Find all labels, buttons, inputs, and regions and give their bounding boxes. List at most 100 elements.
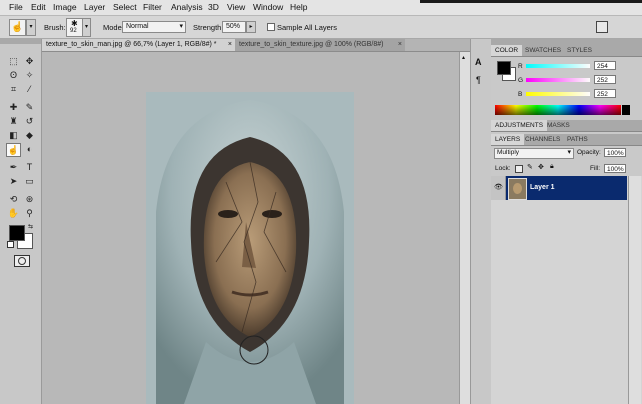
type-icon[interactable]: T — [23, 161, 36, 173]
options-bar: ☝ ▾ Brush: ✱ 92 ▾ Mode: Normal ▾ Strengt… — [0, 16, 642, 39]
bucket-icon[interactable]: ◆ — [23, 129, 36, 141]
smudge-icon[interactable]: ☝ — [6, 143, 21, 157]
fill-value[interactable]: 100% — [604, 164, 626, 173]
swap-colors-icon[interactable]: ⇆ — [28, 223, 33, 230]
3d-orbit-icon[interactable]: ⊛ — [23, 193, 36, 205]
history-brush-icon[interactable]: ↺ — [23, 115, 36, 127]
default-colors-icon[interactable] — [7, 241, 14, 248]
close-icon[interactable]: × — [398, 39, 402, 51]
pen-icon[interactable]: ✒ — [7, 161, 20, 173]
tool-preset-picker[interactable]: ☝ — [9, 19, 26, 36]
lock-transparency-icon[interactable] — [515, 165, 523, 173]
menu-layer[interactable]: Layer — [84, 2, 105, 12]
layer-thumbnail — [508, 178, 527, 200]
menu-image[interactable]: Image — [53, 2, 77, 12]
title-strip — [420, 0, 642, 3]
blend-mode-value: Multiply — [497, 149, 520, 156]
menu-window[interactable]: Window — [253, 2, 283, 12]
color-panel-tabs: COLOR SWATCHES STYLES — [491, 45, 642, 57]
smudge-tool-icon: ☝ — [11, 22, 24, 33]
menu-select[interactable]: Select — [113, 2, 137, 12]
lasso-icon[interactable]: ʘ — [7, 69, 20, 81]
menu-edit[interactable]: Edit — [31, 2, 46, 12]
document-image[interactable] — [146, 92, 354, 404]
stamp-icon[interactable]: ♜ — [7, 115, 20, 127]
paragraph-panel-icon[interactable]: ¶ — [476, 75, 481, 85]
hand-icon[interactable]: ✋ — [7, 207, 20, 219]
brush-label: Brush: — [44, 23, 66, 32]
brush-picker[interactable]: ✱ 92 — [66, 18, 83, 37]
tab-label: texture_to_skin_texture.jpg @ 100% (RGB/… — [239, 41, 384, 48]
tab-adjustments[interactable]: ADJUSTMENTS — [491, 120, 548, 131]
zoom-icon[interactable]: ⚲ — [23, 207, 36, 219]
menu-analysis[interactable]: Analysis — [171, 2, 203, 12]
tab-paths[interactable]: PATHS — [563, 134, 592, 145]
brush-size: 92 — [70, 28, 77, 34]
tab-channels[interactable]: CHANNELS — [521, 134, 564, 145]
g-value[interactable]: 252 — [594, 75, 616, 84]
eye-icon[interactable]: 👁︎ — [494, 183, 503, 191]
spectrum-black[interactable] — [622, 105, 630, 115]
scroll-up-icon[interactable]: ▴ — [462, 54, 465, 61]
lock-all-icon[interactable]: 🔒︎ — [550, 163, 554, 171]
triangle-right-icon: ▸ — [249, 24, 253, 30]
foreground-color-swatch[interactable] — [9, 225, 25, 241]
eyedropper-icon[interactable]: ⁄ — [23, 83, 36, 95]
tab-texture-to-skin-texture[interactable]: texture_to_skin_texture.jpg @ 100% (RGB/… — [235, 39, 405, 51]
3d-rotate-icon[interactable]: ⟲ — [7, 193, 20, 205]
b-slider[interactable] — [526, 92, 590, 96]
r-slider[interactable] — [526, 64, 590, 68]
tab-color[interactable]: COLOR — [491, 45, 523, 56]
strength-slider-toggle[interactable]: ▸ — [246, 21, 256, 33]
lock-position-icon[interactable]: ✥ — [538, 163, 544, 171]
close-icon[interactable]: × — [228, 39, 232, 51]
path-select-icon[interactable]: ➤ — [7, 175, 20, 187]
menu-file[interactable]: File — [9, 2, 23, 12]
b-value[interactable]: 252 — [594, 89, 616, 98]
crop-icon[interactable]: ⌗ — [7, 83, 20, 95]
menu-3d[interactable]: 3D — [208, 2, 219, 12]
lock-paint-icon[interactable]: ✎ — [527, 163, 533, 171]
character-panel-icon[interactable]: A — [475, 57, 482, 67]
layer-row-layer-1[interactable]: Layer 1 — [506, 176, 627, 200]
marquee-icon[interactable]: ⬚ — [7, 55, 20, 67]
collapsed-panel-strip: A ¶ — [470, 39, 492, 404]
opacity-value[interactable]: 100% — [604, 148, 626, 157]
heal-icon[interactable]: ✚ — [7, 101, 20, 113]
layer-visibility-cell[interactable]: 👁︎ — [491, 176, 506, 200]
eraser-icon[interactable]: ◧ — [7, 129, 20, 141]
menu-view[interactable]: View — [227, 2, 245, 12]
chevron-down-icon: ▾ — [29, 24, 33, 30]
color-fg-swatch[interactable] — [497, 61, 511, 75]
chevron-down-icon: ▾ — [179, 23, 183, 30]
g-label: G — [518, 77, 524, 84]
tab-label: texture_to_skin_man.jpg @ 66,7% (Layer 1… — [46, 41, 217, 48]
menu-filter[interactable]: Filter — [143, 2, 162, 12]
tab-layers[interactable]: LAYERS — [491, 134, 525, 145]
dodge-icon[interactable]: ◐ — [23, 143, 36, 155]
color-spectrum-bar[interactable] — [495, 105, 621, 115]
tab-styles[interactable]: STYLES — [563, 45, 596, 56]
menu-help[interactable]: Help — [290, 2, 307, 12]
brush-dropdown[interactable]: ▾ — [82, 18, 91, 37]
strength-input[interactable]: 50% — [222, 21, 246, 33]
quick-mask-icon[interactable] — [14, 255, 30, 267]
chevron-down-icon: ▾ — [84, 24, 88, 30]
sample-all-layers-checkbox[interactable] — [267, 23, 275, 31]
tool-preset-dropdown[interactable]: ▾ — [26, 19, 36, 36]
workspace-palette-icon[interactable] — [596, 21, 608, 33]
tab-texture-to-skin-man[interactable]: texture_to_skin_man.jpg @ 66,7% (Layer 1… — [42, 39, 235, 51]
layers-scrollbar[interactable] — [628, 176, 641, 404]
shape-icon[interactable]: ▭ — [23, 175, 36, 187]
tab-swatches[interactable]: SWATCHES — [521, 45, 565, 56]
tab-masks[interactable]: MASKS — [543, 120, 574, 131]
brush-icon[interactable]: ✎ — [23, 101, 36, 113]
move-icon[interactable]: ✥ — [23, 55, 36, 67]
r-value[interactable]: 254 — [594, 61, 616, 70]
strength-value: 50% — [226, 23, 241, 30]
adjustments-panel-tabs: ADJUSTMENTS MASKS — [491, 120, 642, 132]
magic-wand-icon[interactable]: ✧ — [23, 69, 36, 81]
blend-mode-select[interactable]: Multiply ▾ — [494, 148, 574, 159]
g-slider[interactable] — [526, 78, 590, 82]
mode-select[interactable]: Normal ▾ — [122, 21, 186, 33]
